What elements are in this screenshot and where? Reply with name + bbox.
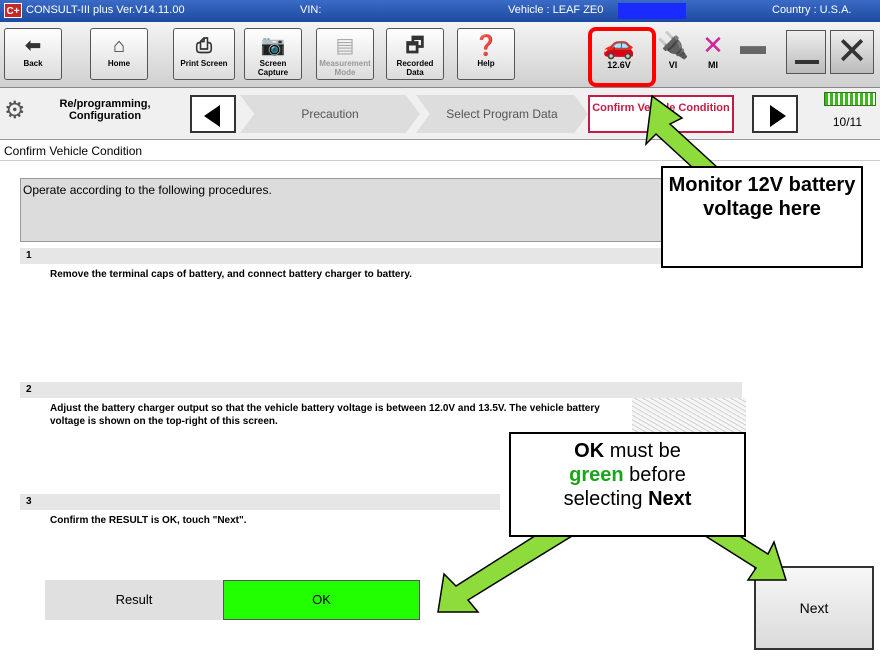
step-1-number: 1 [26,250,32,261]
country-label: Country : U.S.A. [772,4,852,16]
progress-bar [824,92,876,106]
step-1-header: 1 [20,248,742,264]
callout-line-3-pre: selecting [563,488,649,510]
camera-icon: 📷 [260,35,286,57]
recorded-data-icon: 🗗 [405,35,425,57]
minimize-button[interactable] [786,30,826,74]
step-3-text: Confirm the RESULT is OK, touch "Next". [50,515,247,526]
result-label: Result [45,580,223,620]
capture-label: Screen Capture [257,59,289,77]
home-icon: ⌂ [112,35,126,57]
right-arrow-icon [770,105,786,127]
title-bar: C+ CONSULT-III plus Ver.V14.11.00 VIN: V… [0,0,880,22]
app-logo: C+ [4,3,22,18]
vin-label: VIN: [300,4,322,16]
help-icon: ❓ [473,35,499,57]
callout-line-1-rest: must be [604,440,681,462]
measurement-label: Measurement Mode [319,59,371,77]
close-icon: ✕ [836,31,868,73]
battery-icon: ▬ [740,30,766,60]
step-2-header: 2 [20,382,742,398]
callout-line-3: selecting Next [511,487,744,511]
result-status-ok: OK [223,580,420,620]
step-navigation: ⚙ Re/programming, Configuration Precauti… [0,88,880,140]
minimize-icon [795,60,819,64]
back-arrow-icon: ⬅ [24,35,42,57]
page-title: Confirm Vehicle Condition [0,141,880,161]
mi-label: MI [708,60,718,70]
print-label: Print Screen [180,59,228,68]
voltage-highlight-box [588,27,656,87]
vi-connector-icon: 🔌 [656,30,690,60]
recorded-data-button[interactable]: 🗗 Recorded Data [386,28,444,80]
app-title: CONSULT-III plus Ver.V14.11.00 [26,4,185,16]
recorded-label: Recorded Data [396,59,434,77]
step-3-header: 3 [20,494,500,510]
home-button[interactable]: ⌂ Home [90,28,148,80]
printer-icon: ⎙ [196,35,212,57]
reprogramming-icon: ⚙ [4,97,26,124]
vi-label: VI [668,60,678,70]
step-2-number: 2 [26,384,32,395]
vehicle-label: Vehicle : LEAF ZE0 [508,4,604,16]
monitor-voltage-callout: Monitor 12V battery voltage here [661,166,863,268]
step-3-number: 3 [26,496,32,507]
instructions-box: Operate according to the following proce… [20,178,720,242]
cross-icon: ✕ [702,30,724,60]
home-label: Home [107,59,131,68]
print-screen-button[interactable]: ⎙ Print Screen [173,28,235,80]
previous-step-button[interactable] [190,95,236,133]
close-button[interactable]: ✕ [830,30,874,74]
vi-status: 🔌 VI [652,30,694,78]
battery-status: ▬ [732,30,774,78]
step-select-program-data: Select Program Data [416,95,588,133]
ok-green-callout: OK must be green before selecting Next [509,432,746,537]
step-precaution: Precaution [240,95,420,133]
callout-line-1: OK must be [511,439,744,463]
step-confirm-vehicle-condition: Confirm Vehicle Condition [588,95,734,133]
step-2-text: Adjust the battery charger output so tha… [50,403,600,427]
step-1-text: Remove the terminal caps of battery, and… [50,269,412,280]
meter-icon: ▤ [335,35,355,57]
measurement-mode-button[interactable]: ▤ Measurement Mode [316,28,374,80]
back-button[interactable]: ⬅ Back [4,28,62,80]
screen-capture-button[interactable]: 📷 Screen Capture [244,28,302,80]
next-step-button[interactable] [752,95,798,133]
mi-status: ✕ MI [692,30,734,78]
mode-label: Re/programming, Configuration [59,98,151,122]
back-label: Back [23,59,43,68]
toolbar: ⬅ Back ⌂ Home ⎙ Print Screen 📷 Screen Ca… [0,22,880,88]
left-arrow-icon [204,105,220,127]
progress-counter: 10/11 [832,115,862,129]
callout-line-2: green before [511,463,744,487]
help-button[interactable]: ❓ Help [457,28,515,80]
next-button[interactable]: Next [754,566,874,650]
redaction-box [618,3,686,19]
callout-next-word: Next [648,488,692,510]
callout-ok-word: OK [574,440,605,462]
callout-line-2-rest: before [623,464,686,486]
callout-green-word: green [569,464,624,486]
help-label: Help [477,59,495,68]
